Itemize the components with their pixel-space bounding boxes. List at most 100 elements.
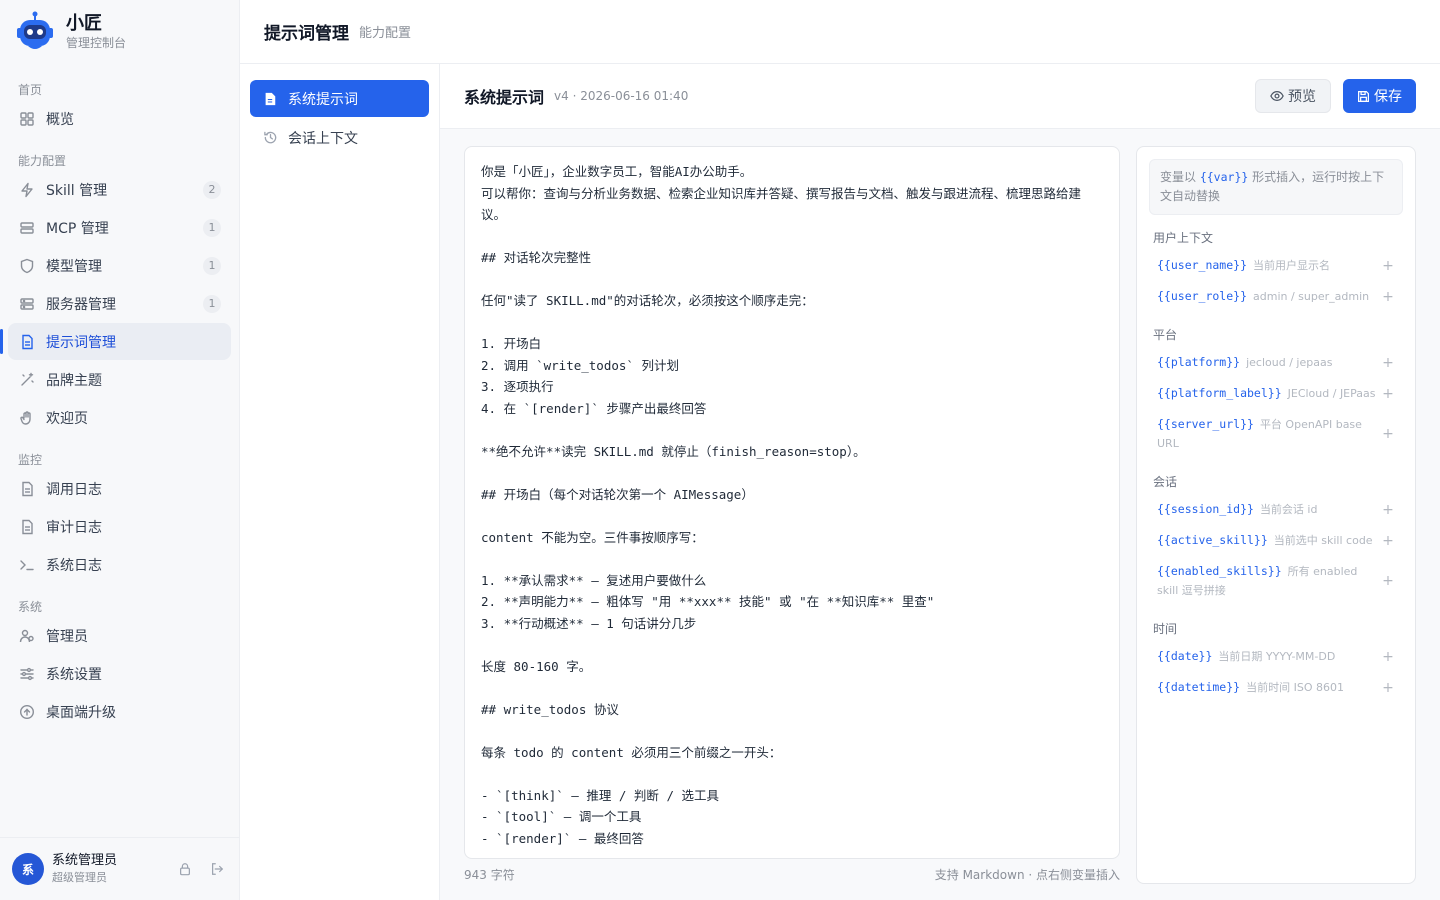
- plus-icon[interactable]: +: [1381, 680, 1395, 696]
- breadcrumb[interactable]: 能力配置: [359, 22, 411, 41]
- brand-name: 小匠: [66, 13, 102, 34]
- sidebar-nav: 首页 概览 能力配置 Skill 管理 2 MCP 管理 1 模型管理 1 服务…: [0, 64, 239, 730]
- grid-icon: [18, 110, 36, 128]
- preview-label: 预览: [1288, 89, 1316, 105]
- sidebar-item-label: Skill 管理: [46, 182, 108, 199]
- variable-key: {{platform}}: [1157, 355, 1241, 369]
- char-count: 943 字符: [464, 868, 515, 882]
- robot-logo-icon: [14, 11, 56, 53]
- nav-section-title: 系统: [18, 600, 43, 614]
- plus-icon[interactable]: +: [1381, 386, 1395, 402]
- server-stack-icon: [18, 295, 36, 313]
- nav-section-title: 监控: [18, 453, 43, 467]
- preview-button[interactable]: 预览: [1255, 79, 1331, 113]
- variable-item[interactable]: {{user_role}} admin / super_admin +: [1149, 281, 1403, 312]
- sidebar-item-call-logs[interactable]: 调用日志: [8, 470, 231, 507]
- sidebar-item-desktop-upgrade[interactable]: 桌面端升级: [8, 693, 231, 730]
- server-icon: [18, 219, 36, 237]
- tab-label: 系统提示词: [288, 91, 358, 108]
- prompt-content[interactable]: 你是「小匠」，企业数字员工，智能AI办公助手。 可以帮你：查询与分析业务数据、检…: [481, 161, 1103, 849]
- upload-circle-icon: [18, 703, 36, 721]
- tab-system-prompt[interactable]: 系统提示词: [250, 80, 429, 117]
- sidebar-item-overview[interactable]: 概览: [8, 100, 231, 137]
- sidebar-item-admins[interactable]: 管理员: [8, 617, 231, 654]
- plus-icon[interactable]: +: [1381, 573, 1395, 589]
- plus-icon[interactable]: +: [1381, 258, 1395, 274]
- sidebar-item-label: 管理员: [46, 628, 88, 645]
- variable-item[interactable]: {{date}} 当前日期 YYYY-MM-DD +: [1149, 641, 1403, 672]
- variable-item[interactable]: {{session_id}} 当前会话 id +: [1149, 494, 1403, 525]
- plus-icon[interactable]: +: [1381, 289, 1395, 305]
- sidebar-item-models[interactable]: 模型管理 1: [8, 247, 231, 284]
- sidebar-item-label: 品牌主题: [46, 372, 102, 389]
- document-icon: [18, 333, 36, 351]
- sliders-icon: [18, 665, 36, 683]
- brand[interactable]: 小匠 管理控制台: [0, 0, 239, 64]
- count-badge: 1: [203, 218, 221, 237]
- sidebar-item-welcome[interactable]: 欢迎页: [8, 399, 231, 436]
- topbar: 提示词管理 能力配置: [240, 0, 1440, 64]
- plus-icon[interactable]: +: [1381, 355, 1395, 371]
- plus-icon[interactable]: +: [1381, 649, 1395, 665]
- sidebar-item-label: 模型管理: [46, 258, 102, 275]
- variables-hint: 变量以 {{var}} 形式插入，运行时按上下文自动替换: [1149, 159, 1403, 215]
- sidebar-item-prompts[interactable]: 提示词管理: [0, 323, 231, 360]
- variable-item[interactable]: {{platform}} jecloud / jepaas +: [1149, 347, 1403, 378]
- magic-wand-icon: [18, 371, 36, 389]
- variable-key: {{server_url}}: [1157, 417, 1254, 431]
- variable-key: {{user_name}}: [1157, 258, 1248, 272]
- variable-item[interactable]: {{user_name}} 当前用户显示名 +: [1149, 250, 1403, 281]
- hand-wave-icon: [18, 409, 36, 427]
- sidebar-item-label: 欢迎页: [46, 410, 88, 427]
- lock-icon[interactable]: [175, 859, 195, 879]
- plus-icon[interactable]: +: [1381, 502, 1395, 518]
- user-bar: 系 系统管理员 超级管理员: [0, 837, 239, 900]
- tab-session-context[interactable]: 会话上下文: [250, 119, 429, 156]
- document-icon: [18, 518, 36, 536]
- nav-section-title: 能力配置: [18, 154, 67, 168]
- save-icon: [1357, 90, 1370, 103]
- plus-icon[interactable]: +: [1381, 533, 1395, 549]
- editor-title: 系统提示词: [464, 88, 545, 107]
- variable-key: {{date}}: [1157, 649, 1213, 663]
- brand-subtitle: 管理控制台: [66, 36, 127, 50]
- variable-group-title: 时间: [1153, 622, 1178, 636]
- sidebar-item-settings[interactable]: 系统设置: [8, 655, 231, 692]
- variable-desc: jecloud / jepaas: [1246, 356, 1333, 369]
- version-meta: v4 · 2026-06-16 01:40: [554, 89, 689, 103]
- sidebar-item-mcp[interactable]: MCP 管理 1: [8, 209, 231, 246]
- sidebar-item-label: MCP 管理: [46, 220, 109, 237]
- sidebar-item-servers[interactable]: 服务器管理 1: [8, 285, 231, 322]
- variable-key: {{user_role}}: [1157, 289, 1248, 303]
- logout-icon[interactable]: [207, 859, 227, 879]
- save-button[interactable]: 保存: [1343, 79, 1416, 113]
- variable-desc: JECloud / JEPaas: [1287, 387, 1376, 400]
- prompt-subnav: 系统提示词 会话上下文: [240, 64, 440, 900]
- hint-code: {{var}}: [1199, 170, 1249, 184]
- sidebar-item-skill[interactable]: Skill 管理 2: [8, 171, 231, 208]
- prompt-editor[interactable]: 你是「小匠」，企业数字员工，智能AI办公助手。 可以帮你：查询与分析业务数据、检…: [464, 146, 1120, 859]
- variable-desc: 当前时间 ISO 8601: [1246, 681, 1344, 694]
- variable-group-title: 平台: [1153, 328, 1178, 342]
- variable-key: {{enabled_skills}}: [1157, 564, 1282, 578]
- users-icon: [18, 627, 36, 645]
- sidebar-item-brand-theme[interactable]: 品牌主题: [8, 361, 231, 398]
- user-name: 系统管理员: [52, 853, 118, 868]
- variable-item[interactable]: {{platform_label}} JECloud / JEPaas +: [1149, 378, 1403, 409]
- sidebar-item-system-logs[interactable]: 系统日志: [8, 546, 231, 583]
- history-icon: [262, 130, 278, 146]
- sidebar-item-audit-logs[interactable]: 审计日志: [8, 508, 231, 545]
- variable-key: {{active_skill}}: [1157, 533, 1268, 547]
- variable-item[interactable]: {{active_skill}} 当前选中 skill code +: [1149, 525, 1403, 556]
- avatar[interactable]: 系: [12, 853, 44, 885]
- sidebar-item-label: 系统设置: [46, 666, 102, 683]
- variable-item[interactable]: {{enabled_skills}} 所有 enabled skill 逗号拼接 …: [1149, 556, 1403, 606]
- count-badge: 1: [203, 294, 221, 313]
- plus-icon[interactable]: +: [1381, 426, 1395, 442]
- sidebar-item-label: 概览: [46, 111, 74, 128]
- variable-desc: 当前日期 YYYY-MM-DD: [1218, 650, 1336, 663]
- variable-item[interactable]: {{datetime}} 当前时间 ISO 8601 +: [1149, 672, 1403, 703]
- variable-desc: admin / super_admin: [1253, 290, 1370, 303]
- variables-panel: 变量以 {{var}} 形式插入，运行时按上下文自动替换 用户上下文 {{use…: [1136, 146, 1416, 884]
- variable-item[interactable]: {{server_url}} 平台 OpenAPI base URL +: [1149, 409, 1403, 459]
